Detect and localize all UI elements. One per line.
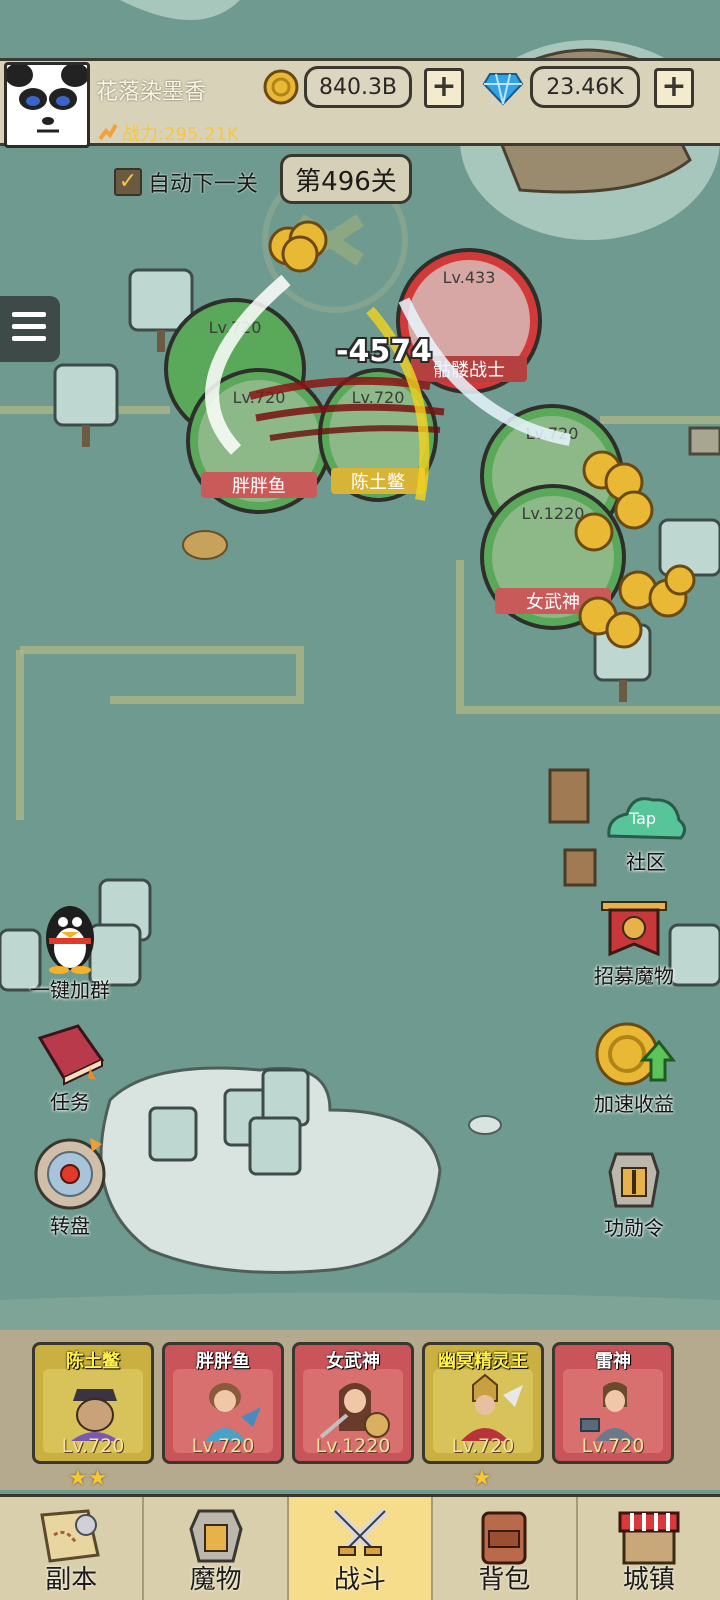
helmet-icon (189, 1509, 243, 1563)
merit-label: 功勋令 (604, 1216, 664, 1240)
tap-community-icon: Tap (607, 797, 686, 840)
map-scroll-icon (40, 1509, 101, 1563)
checkbox[interactable]: ✓ (114, 168, 142, 196)
speed-income-button[interactable]: 加速收益 (574, 1018, 694, 1117)
hero-name: 雷神 (595, 1351, 631, 1372)
hero-name: 陈土鳖 (66, 1351, 120, 1372)
merit-button[interactable]: 功勋令 (574, 1146, 694, 1241)
menu-icon-line (12, 312, 46, 317)
tab-battle[interactable]: 战斗 (288, 1497, 434, 1600)
book-icon (37, 1024, 105, 1086)
tab-label: 城镇 (622, 1565, 675, 1595)
game-screen: Lv.720 Lv.433 骷髅战士 Lv.720 胖胖鱼 Lv.720 陈土鳖… (0, 0, 720, 1600)
tab-monsters[interactable]: 魔物 (144, 1497, 289, 1600)
join-group-label: 一键加群 (30, 978, 110, 1002)
stage-number: 第496关 (280, 154, 412, 204)
tab-town[interactable]: 城镇 (578, 1497, 720, 1600)
auto-next-label: 自动下一关 (148, 172, 259, 197)
tasks-button[interactable]: 任务 (10, 1020, 130, 1115)
hero-portrait (71, 1389, 119, 1441)
tab-label: 副本 (45, 1565, 98, 1595)
recruit-label: 招募魔物 (594, 964, 674, 988)
gem-amount: 23.46K (530, 66, 640, 108)
panda-avatar-icon (7, 65, 87, 133)
svg-text:Tap: Tap (628, 809, 656, 828)
diamond-icon (482, 73, 524, 106)
hero-card[interactable]: 雷神 Lv.720 (552, 1342, 674, 1464)
wheel-label: 转盘 (50, 1214, 90, 1238)
tab-label: 魔物 (189, 1565, 242, 1595)
bottom-nav: 副本 魔物 战斗 背包 城镇 (0, 1494, 720, 1600)
community-button[interactable]: Tap 社区 (586, 790, 706, 875)
tab-label: 战斗 (334, 1565, 387, 1595)
player-name: 花落染墨香 (96, 80, 207, 105)
menu-icon-line (12, 324, 46, 329)
recruit-banner-icon (601, 901, 667, 957)
wheel-button[interactable]: 转盘 (10, 1134, 130, 1239)
helmet-icon (608, 1152, 660, 1208)
hero-portrait (580, 1382, 635, 1441)
hero-stars: ★★ (68, 1466, 108, 1491)
hero-card[interactable]: 幽冥精灵王 Lv.720 (422, 1342, 544, 1464)
hero-level: Lv.720 (581, 1435, 645, 1457)
coin-pile[interactable] (266, 218, 336, 274)
hero-portrait (319, 1383, 390, 1439)
backpack-icon (481, 1511, 527, 1565)
tab-dungeon[interactable]: 副本 (0, 1497, 145, 1600)
menu-icon-line (12, 336, 46, 341)
menu-button[interactable] (0, 296, 60, 362)
join-group-button[interactable]: 一键加群 (10, 898, 130, 1003)
speed-income-label: 加速收益 (594, 1092, 674, 1116)
tab-bag[interactable]: 背包 (433, 1497, 578, 1600)
combat-power-value: 战力:295.21K (122, 124, 239, 145)
shop-icon (618, 1511, 680, 1565)
hero-level: Lv.720 (61, 1435, 125, 1457)
tasks-label: 任务 (50, 1090, 90, 1114)
add-gem-button[interactable]: + (654, 68, 694, 108)
hero-level: Lv.1220 (315, 1435, 391, 1457)
recruit-button[interactable]: 招募魔物 (574, 898, 694, 989)
gold-amount: 840.3B (304, 66, 412, 108)
add-gold-button[interactable]: + (424, 68, 464, 108)
power-icon (98, 123, 118, 141)
damage-number: -4574 (336, 334, 432, 369)
penguin-icon (46, 906, 94, 974)
player-avatar[interactable] (4, 62, 90, 148)
combat-power: 战力:295.21K (98, 120, 239, 146)
hero-card[interactable]: 胖胖鱼 Lv.720 (162, 1342, 284, 1464)
spin-wheel-icon (34, 1138, 106, 1210)
hero-stars: ★ (472, 1466, 492, 1491)
hero-card[interactable]: 陈土鳖 Lv.720 (32, 1342, 154, 1464)
hero-name: 胖胖鱼 (196, 1351, 250, 1372)
gold-coin-icon (263, 69, 299, 105)
hero-card[interactable]: 女武神 Lv.1220 (292, 1342, 414, 1464)
hero-name: 女武神 (326, 1351, 380, 1372)
crossed-swords-icon (332, 1508, 388, 1556)
community-label: 社区 (626, 850, 666, 874)
speed-coin-icon (595, 1022, 677, 1086)
tab-label: 背包 (478, 1565, 531, 1595)
hero-level: Lv.720 (451, 1435, 515, 1457)
hero-portrait (205, 1383, 261, 1441)
hero-level: Lv.720 (191, 1435, 255, 1457)
hero-portrait (461, 1373, 523, 1441)
coin-pile[interactable] (574, 450, 704, 650)
hero-name: 幽冥精灵王 (438, 1351, 528, 1372)
auto-next-toggle[interactable]: ✓ 自动下一关 (114, 166, 258, 198)
